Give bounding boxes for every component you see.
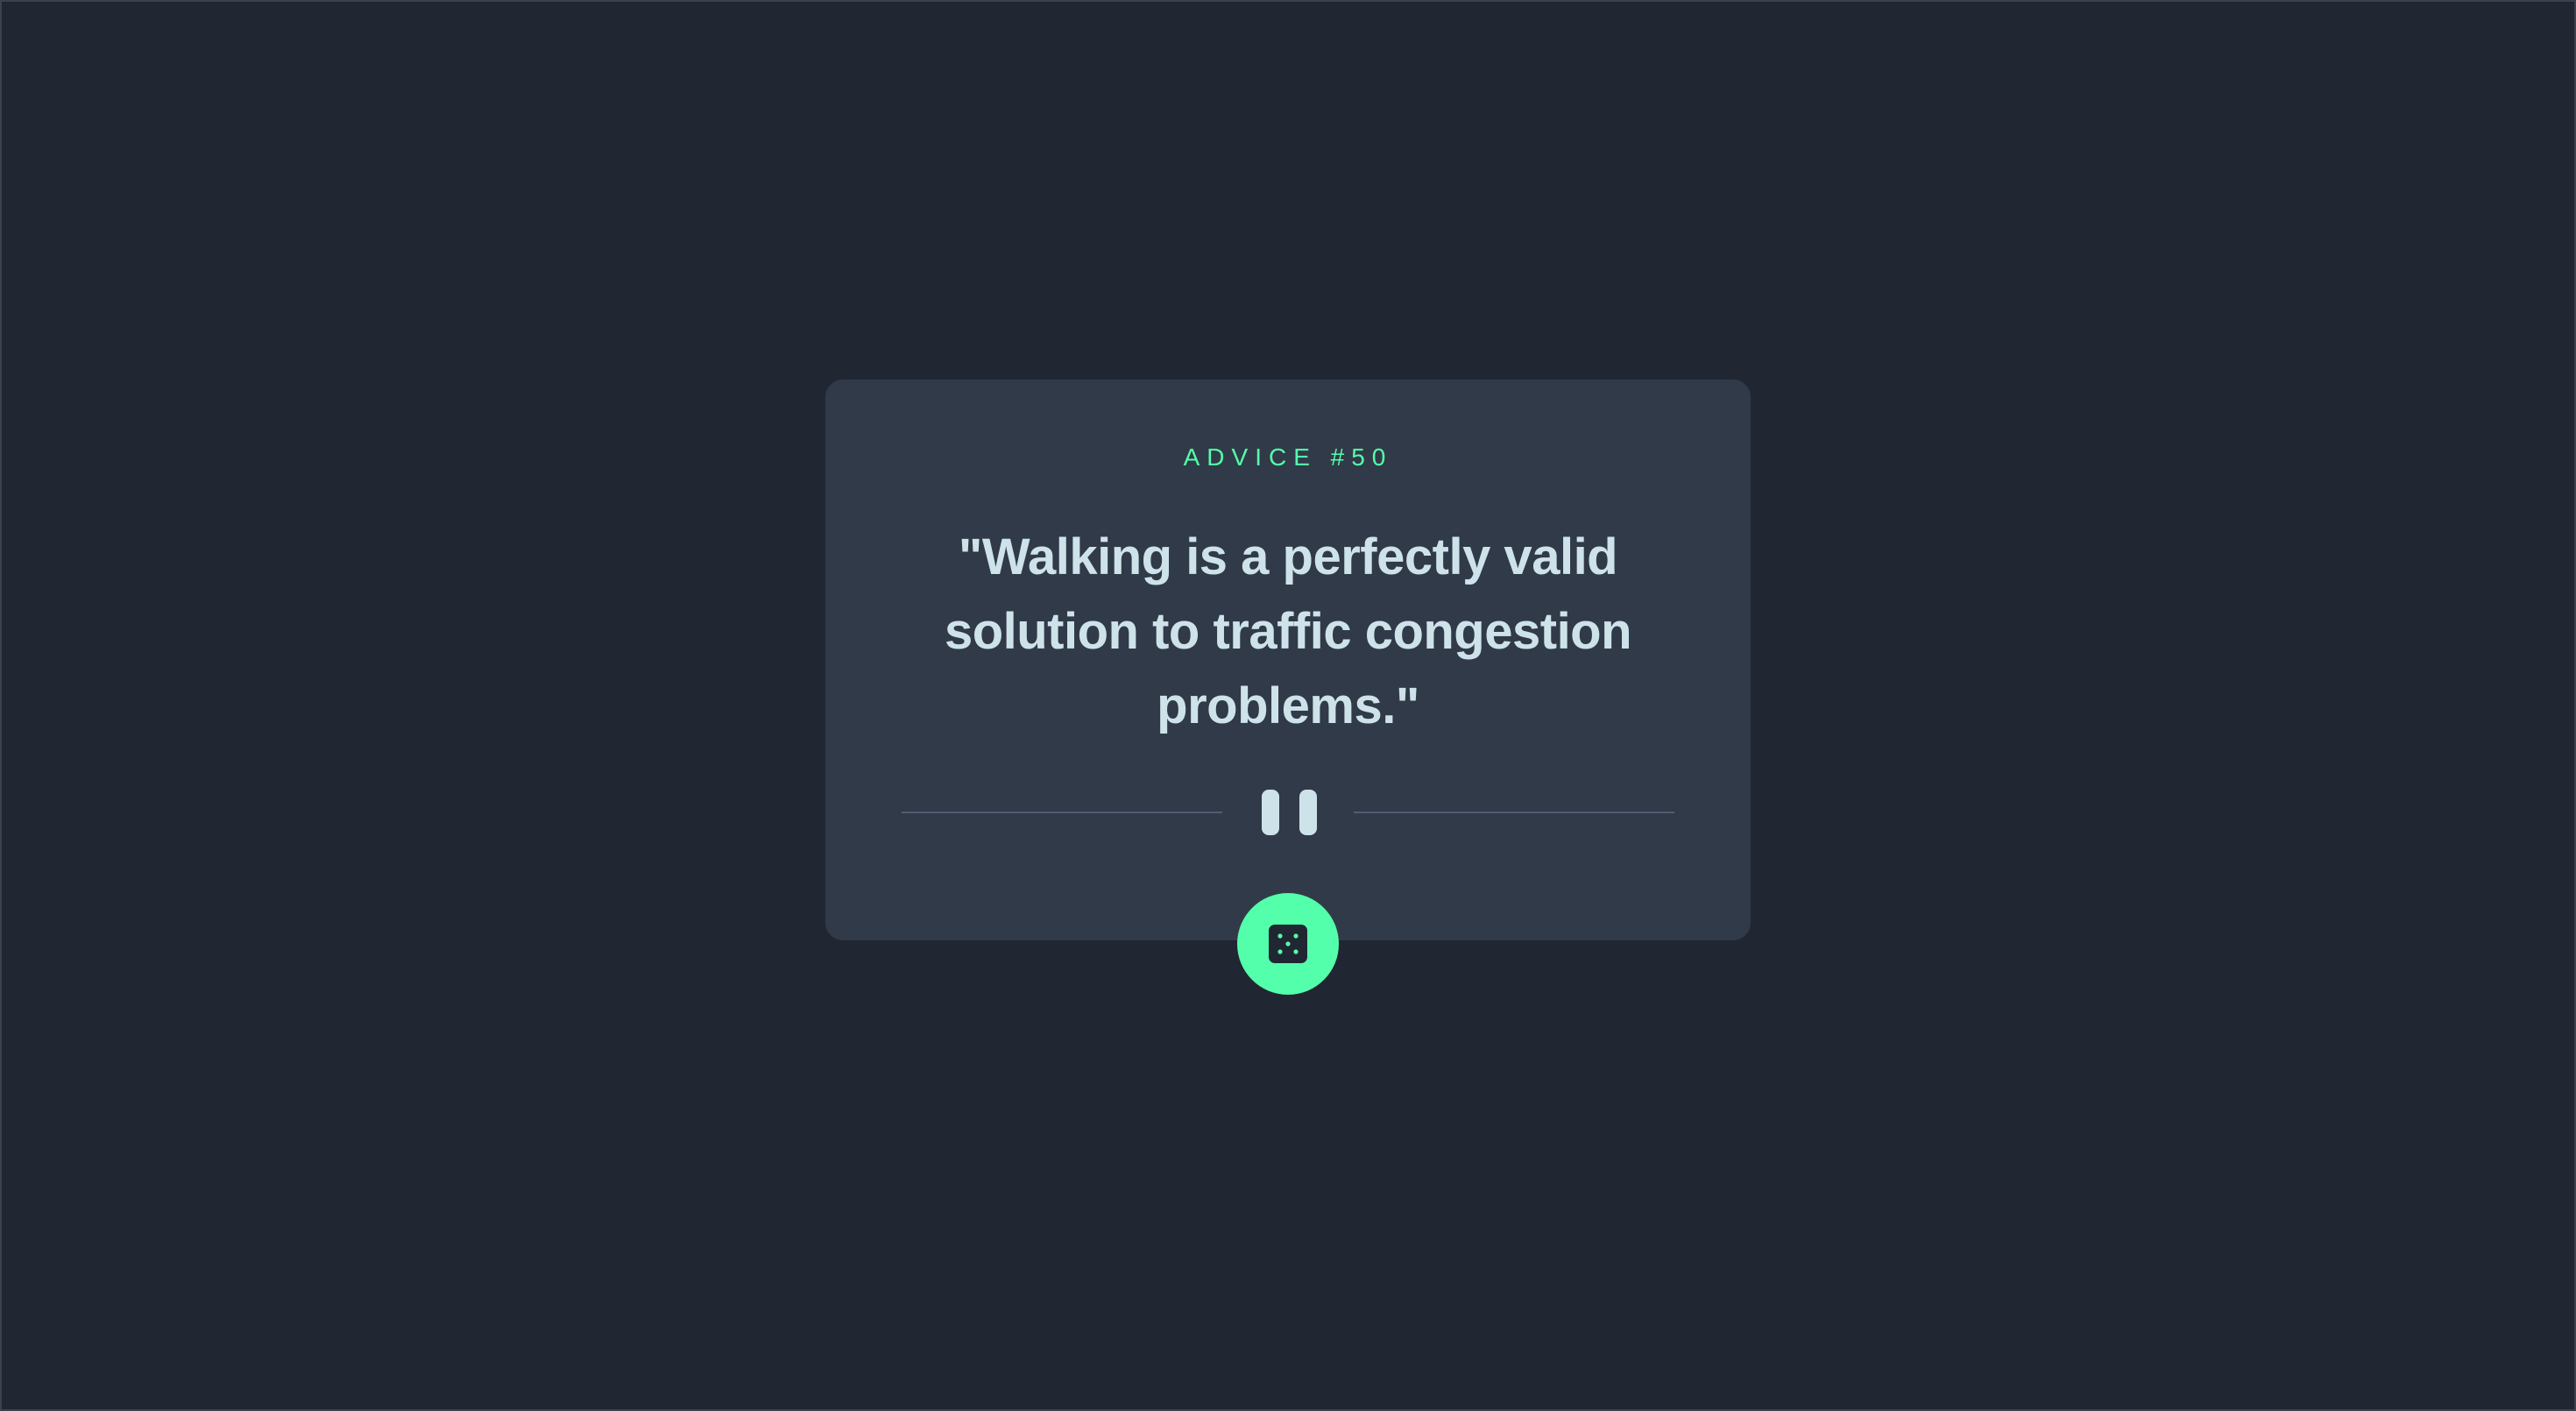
divider-line-left [902,812,1222,813]
advice-quote-text: "Walking is a perfectly valid solution t… [944,528,1632,734]
advice-number-label: ADVICE #50 [1183,443,1393,471]
generate-advice-button[interactable] [1237,893,1339,995]
advice-card: ADVICE #50 "Walking is a perfectly valid… [825,379,1751,940]
dice-icon [1269,925,1307,963]
pause-icon [1262,790,1318,835]
divider-line-right [1354,812,1674,813]
